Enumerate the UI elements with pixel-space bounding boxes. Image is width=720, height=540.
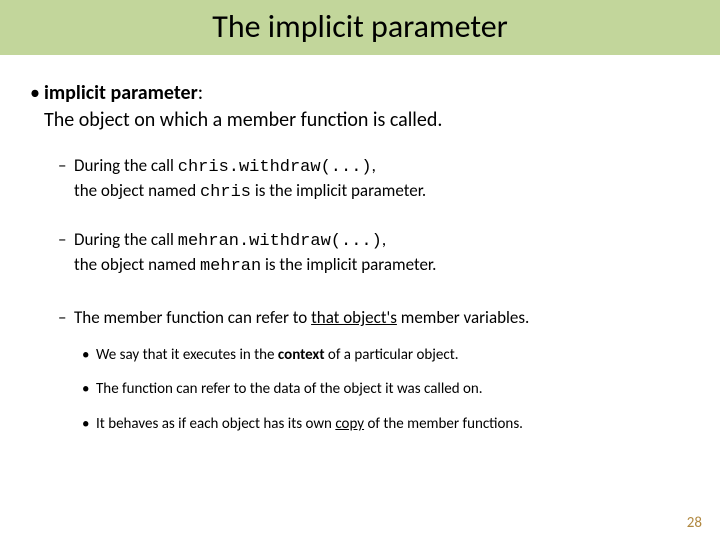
example-1-line2: the object named chris is the implicit p… — [74, 180, 690, 205]
definition-bullet: • implicit parameter: — [30, 81, 690, 106]
sub-bullet-1: • We say that it executes in the context… — [82, 346, 690, 366]
slide-content: • implicit parameter: The object on whic… — [0, 55, 720, 434]
title-bar: The implicit parameter — [0, 0, 720, 55]
sub-bullet-2: • The function can refer to the data of … — [82, 380, 690, 400]
example-1: – During the call chris.withdraw(...), — [58, 155, 690, 180]
page-number: 28 — [687, 514, 702, 532]
example-2: – During the call mehran.withdraw(...), — [58, 229, 690, 254]
example-2-line2: the object named mehran is the implicit … — [74, 254, 690, 279]
slide-title: The implicit parameter — [0, 7, 720, 46]
sub-bullet-3: • It behaves as if each object has its o… — [82, 415, 690, 435]
refer-bullet: – The member function can refer to that … — [58, 307, 690, 330]
term: implicit parameter — [44, 81, 198, 105]
definition-desc: The object on which a member function is… — [44, 108, 690, 133]
